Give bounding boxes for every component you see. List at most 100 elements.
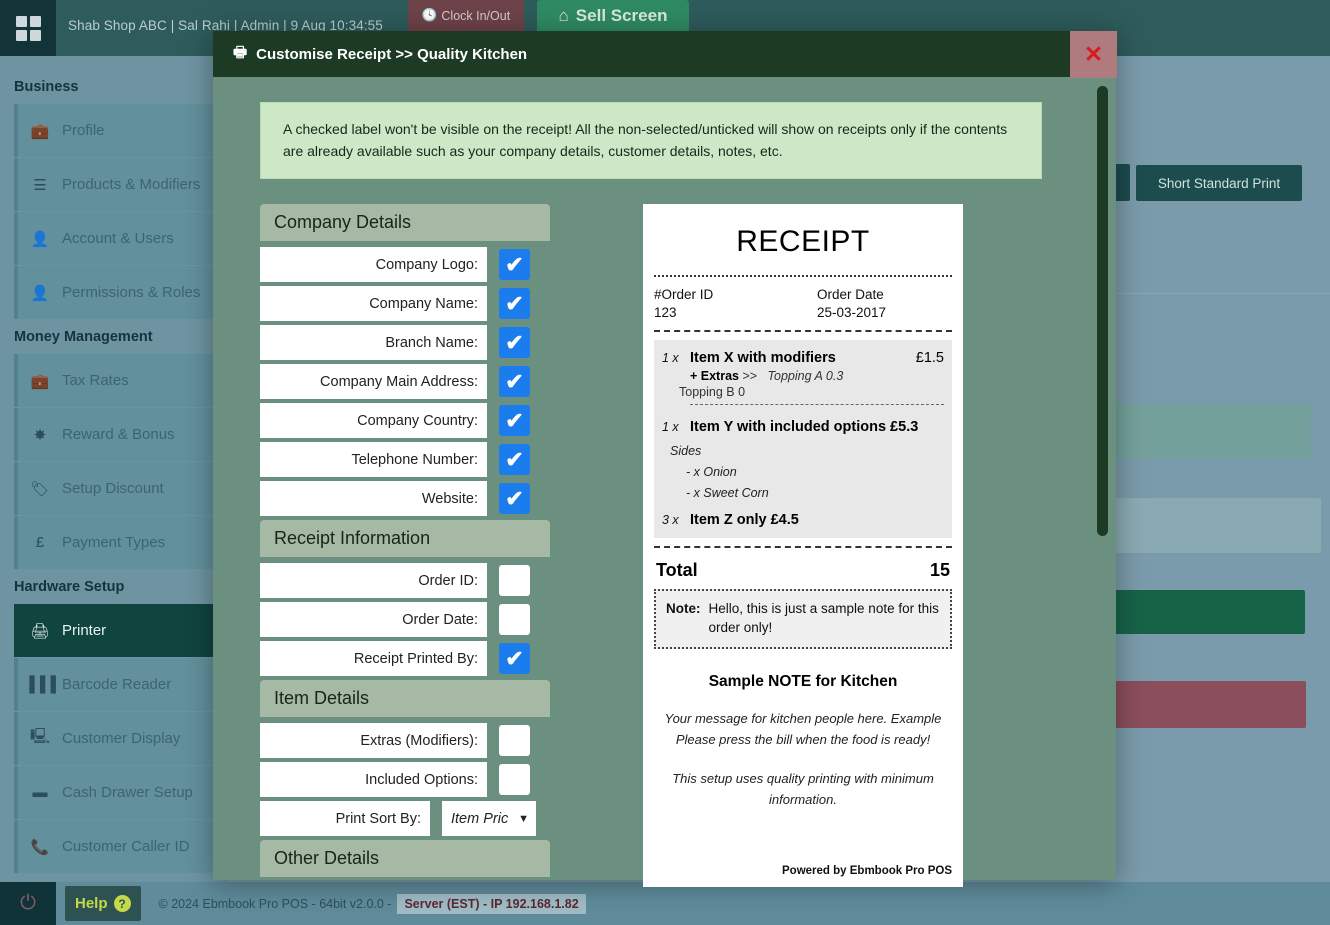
short-standard-print-button[interactable]: Short Standard Print	[1136, 165, 1302, 201]
sell-screen-button[interactable]: ⌂ Sell Screen	[537, 0, 689, 31]
note-label: Note:	[666, 600, 701, 638]
sidebar-item-tax-rates[interactable]: 💼 Tax Rates	[14, 354, 228, 407]
sidebar-item-label: Tax Rates	[62, 372, 129, 389]
sidebar-item-label: Setup Discount	[62, 480, 164, 497]
sidebar-item-profile[interactable]: 💼Profile	[14, 104, 228, 157]
app-launcher-button[interactable]	[0, 0, 56, 56]
sidebar-item-label: Cash Drawer Setup	[62, 784, 193, 801]
print-sort-by-select[interactable]: Item Pric ▼	[442, 801, 536, 836]
option-checkbox[interactable]: ✔	[499, 444, 530, 475]
help-label: Help	[75, 895, 108, 912]
option-row: Included Options:	[260, 762, 557, 797]
option-checkbox[interactable]	[499, 764, 530, 795]
option-row: Extras (Modifiers):	[260, 723, 557, 758]
sidebar-item-reward-bonus[interactable]: ✸ Reward & Bonus	[14, 408, 228, 461]
note-text: Hello, this is just a sample note for th…	[709, 600, 941, 638]
briefcase-icon: 💼	[30, 372, 50, 390]
sidebar-item-label: Account & Users	[62, 230, 174, 247]
sidebar-item-label: Customer Caller ID	[62, 838, 190, 855]
sidebar-item-barcode-reader[interactable]: ▐▐▐Barcode Reader	[14, 658, 228, 711]
item-side-option: - x Sweet Corn	[686, 486, 944, 500]
order-id-label: #Order ID	[654, 287, 803, 302]
briefcase-icon: 💼	[30, 122, 50, 140]
user-icon: 👤	[30, 284, 50, 302]
receipt-order-header: #Order ID 123 Order Date 25-03-2017	[654, 287, 952, 320]
option-checkbox[interactable]: ✔	[499, 288, 530, 319]
option-checkbox[interactable]: ✔	[499, 405, 530, 436]
sidebar-item-customer-caller-id[interactable]: 📞Customer Caller ID	[14, 820, 228, 873]
option-label: Branch Name:	[260, 325, 487, 360]
clock-in-out-button[interactable]: 🕓 Clock In/Out	[408, 0, 524, 31]
background-block-4	[1113, 681, 1306, 728]
sidebar-item-customer-display[interactable]: 🖳Customer Display	[14, 712, 228, 765]
chevron-down-icon: ▼	[518, 813, 529, 825]
kitchen-note-title: Sample NOTE for Kitchen	[654, 673, 952, 691]
option-checkbox[interactable]: ✔	[499, 327, 530, 358]
sidebar-item-products-modifiers[interactable]: ☰Products & Modifiers	[14, 158, 228, 211]
option-checkbox[interactable]	[499, 565, 530, 596]
option-checkbox[interactable]: ✔	[499, 366, 530, 397]
power-icon: ⏻	[20, 892, 36, 915]
option-row: Company Main Address:✔	[260, 364, 557, 399]
star-burst-icon: ✸	[30, 426, 50, 444]
sell-screen-label: Sell Screen	[576, 6, 668, 26]
info-alert-banner: A checked label won't be visible on the …	[260, 102, 1042, 179]
receipt-total-row: Total 15	[654, 556, 952, 589]
section-heading: Item Details	[260, 680, 550, 717]
sidebar-item-permissions-roles[interactable]: 👤Permissions & Roles	[14, 266, 228, 319]
receipt-note-box: Note: Hello, this is just a sample note …	[654, 589, 952, 649]
option-row: Company Name: ✔	[260, 286, 557, 321]
option-row: Website: ✔	[260, 481, 557, 516]
receipt-divider-dashed-top	[654, 330, 952, 332]
help-button[interactable]: Help ?	[65, 886, 141, 921]
receipt-item-row: 1 x Item X with modifiers £1.5 + Extras …	[662, 350, 944, 405]
close-x-icon[interactable]: ✕	[1070, 31, 1117, 78]
printer-icon: 🖨	[30, 622, 50, 640]
receipt-item-divider	[690, 404, 944, 405]
receipt-item-row: 1 x Item Y with included options £5.3 Si…	[662, 419, 944, 500]
tag-icon: 🏷	[30, 480, 50, 498]
order-date-label: Order Date	[817, 287, 952, 302]
customise-receipt-modal: 🖶 Customise Receipt >> Quality Kitchen ✕…	[213, 31, 1116, 880]
extras-topping-b: Topping B 0	[679, 385, 944, 399]
cash-drawer-icon: ▬	[30, 784, 50, 801]
option-label: Order Date:	[260, 602, 487, 637]
sidebar-item-label: Printer	[62, 622, 106, 639]
option-label: Telephone Number:	[260, 442, 487, 477]
option-checkbox[interactable]: ✔	[499, 643, 530, 674]
item-qty: 1 x	[662, 420, 690, 434]
modal-panels: Company DetailsCompany Logo:✔Company Nam…	[260, 204, 1086, 887]
option-checkbox[interactable]: ✔	[499, 249, 530, 280]
option-row: Company Logo:✔	[260, 247, 557, 282]
sidebar-item-label: Reward & Bonus	[62, 426, 175, 443]
sidebar-item-printer[interactable]: 🖨 Printer	[14, 604, 228, 657]
option-row: Telephone Number: ✔	[260, 442, 557, 477]
extras-topping-a: Topping A 0.3	[768, 369, 844, 383]
option-checkbox[interactable]	[499, 604, 530, 635]
sidebar-item-label: Barcode Reader	[62, 676, 171, 693]
sidebar-item-label: Customer Display	[62, 730, 180, 747]
modal-header: 🖶 Customise Receipt >> Quality Kitchen	[213, 31, 1116, 77]
sidebar-group-title: Business	[0, 70, 228, 104]
sidebar-group-title: Money Management	[0, 320, 228, 354]
option-checkbox[interactable]	[499, 725, 530, 756]
sidebar-item-setup-discount[interactable]: 🏷 Setup Discount	[14, 462, 228, 515]
option-label: Website:	[260, 481, 487, 516]
sidebar-item-account-users[interactable]: 👤 Account & Users	[14, 212, 228, 265]
grid-apps-icon	[16, 16, 41, 41]
printer-icon: 🖶	[233, 42, 247, 67]
item-name: Item Y with included options £5.3	[690, 419, 918, 435]
option-checkbox[interactable]: ✔	[499, 483, 530, 514]
sidebar-item-cash-drawer-setup[interactable]: ▬ Cash Drawer Setup	[14, 766, 228, 819]
footer-copyright: © 2024 Ebmbook Pro POS - 64bit v2.0.0 -	[159, 897, 392, 911]
power-button[interactable]: ⏻	[0, 882, 56, 925]
option-row: Company Country:✔	[260, 403, 557, 438]
modal-scrollbar-thumb[interactable]	[1097, 86, 1108, 536]
modal-title: Customise Receipt >> Quality Kitchen	[256, 46, 527, 63]
option-label: Company Name:	[260, 286, 487, 321]
sidebar-item-payment-types[interactable]: £Payment Types	[14, 516, 228, 569]
user-icon: 👤	[30, 230, 50, 248]
option-label: Receipt Printed By:	[260, 641, 487, 676]
sidebar-item-label: Products & Modifiers	[62, 176, 200, 193]
print-sort-by-value: Item Pric	[451, 811, 508, 827]
